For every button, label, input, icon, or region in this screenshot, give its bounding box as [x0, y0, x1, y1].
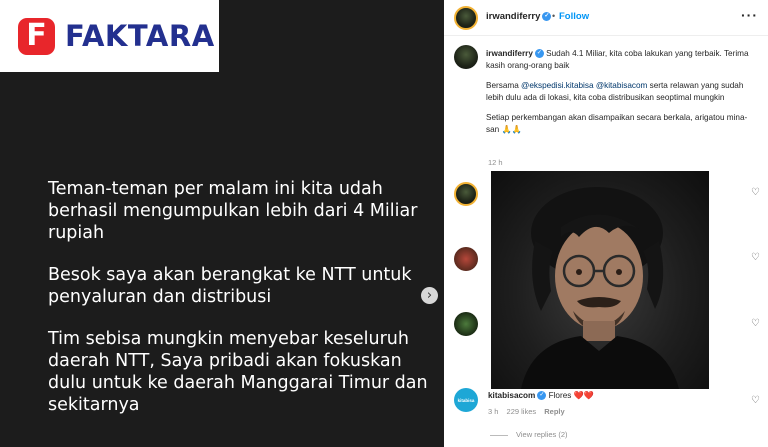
divider	[490, 434, 508, 436]
heart-icon[interactable]: ♡	[751, 187, 760, 198]
caption-text: Bersama	[486, 81, 522, 90]
verified-icon: ✓	[542, 11, 552, 21]
avatar[interactable]	[454, 182, 478, 206]
caption-line: Setiap perkembangan akan disampaikan sec…	[486, 113, 748, 134]
comment-time: 3 h	[488, 407, 499, 416]
more-horizontal-icon[interactable]: ···	[741, 7, 758, 23]
reply-button[interactable]: Reply	[544, 407, 564, 416]
follow-button[interactable]: Follow	[559, 11, 589, 22]
comment-likes[interactable]: 229 likes	[507, 407, 537, 416]
view-replies-button[interactable]: View replies (2)	[490, 430, 568, 439]
verified-icon: ✓	[537, 391, 547, 401]
post-header: irwandiferry ✓ • Follow ···	[444, 0, 768, 36]
avatar[interactable]	[454, 312, 478, 336]
heart-icon[interactable]: ♡	[751, 395, 760, 406]
heart-icon[interactable]: ♡	[751, 252, 760, 263]
comment-text: kitabisacom ✓ Flores ❤️❤️	[488, 391, 594, 401]
mention-link[interactable]: @ekspedisi.kitabisa	[521, 81, 593, 90]
avatar[interactable]	[454, 247, 478, 271]
faktara-logo: F FAKTARA	[0, 0, 219, 72]
comment-username[interactable]: kitabisacom	[488, 391, 535, 400]
portrait-photo	[491, 171, 709, 389]
verified-icon: ✓	[534, 49, 544, 59]
caption-timestamp[interactable]: 12 h	[488, 158, 503, 167]
separator-dot: •	[552, 11, 556, 21]
logo-mark: F	[18, 17, 55, 55]
slide-paragraph: Besok saya akan berangkat ke NTT untuk p…	[48, 265, 412, 307]
avatar[interactable]: kitabisa	[454, 388, 478, 412]
slide-text: Teman-teman per malam ini kita udah berh…	[48, 178, 428, 436]
view-replies-label: View replies (2)	[516, 430, 568, 439]
post-caption: irwandiferry ✓ Sudah 4.1 Miliar, kita cob…	[486, 48, 758, 144]
chevron-right-icon[interactable]: ›	[421, 287, 438, 304]
heart-icon[interactable]: ♡	[751, 318, 760, 329]
comment-body: Flores ❤️❤️	[548, 391, 595, 400]
caption-avatar[interactable]	[454, 45, 478, 69]
portrait-illustration	[521, 187, 679, 389]
slide-paragraph: Tim sebisa mungkin menyebar keseluruh da…	[48, 329, 428, 415]
mention-link[interactable]: @kitabisacom	[596, 81, 648, 90]
slide-paragraph: Teman-teman per malam ini kita udah berh…	[48, 179, 418, 243]
comment-meta: 3 h 229 likes Reply	[488, 407, 571, 416]
avatar[interactable]	[454, 6, 478, 30]
logo-wordmark: FAKTARA	[65, 19, 215, 53]
caption-username[interactable]: irwandiferry	[486, 49, 533, 58]
header-username[interactable]: irwandiferry ✓	[486, 11, 552, 22]
post-slide: F FAKTARA Teman-teman per malam ini kita…	[0, 0, 444, 447]
